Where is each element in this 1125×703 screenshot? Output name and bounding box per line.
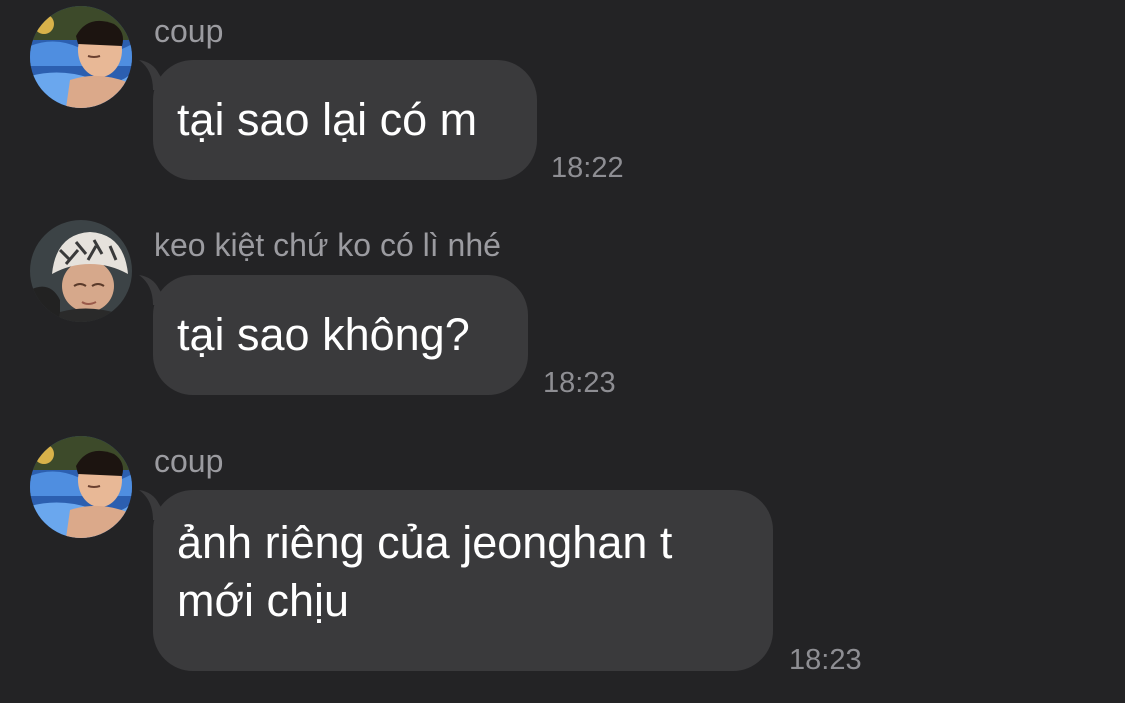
message-text: ảnh riêng của jeonghan t mới chịu <box>177 517 673 626</box>
avatar[interactable] <box>30 436 132 538</box>
sender-name: coup <box>154 443 224 479</box>
message-row: coup ảnh riêng của jeonghan t mới chịu 1… <box>0 0 1125 703</box>
message-bubble[interactable]: ảnh riêng của jeonghan t mới chịu <box>139 490 773 671</box>
bubble-tail <box>139 490 169 520</box>
message-time: 18:23 <box>789 644 862 676</box>
chat-thread: coup tại sao lại có m 18:22 keo kiệt chứ… <box>0 0 1125 703</box>
